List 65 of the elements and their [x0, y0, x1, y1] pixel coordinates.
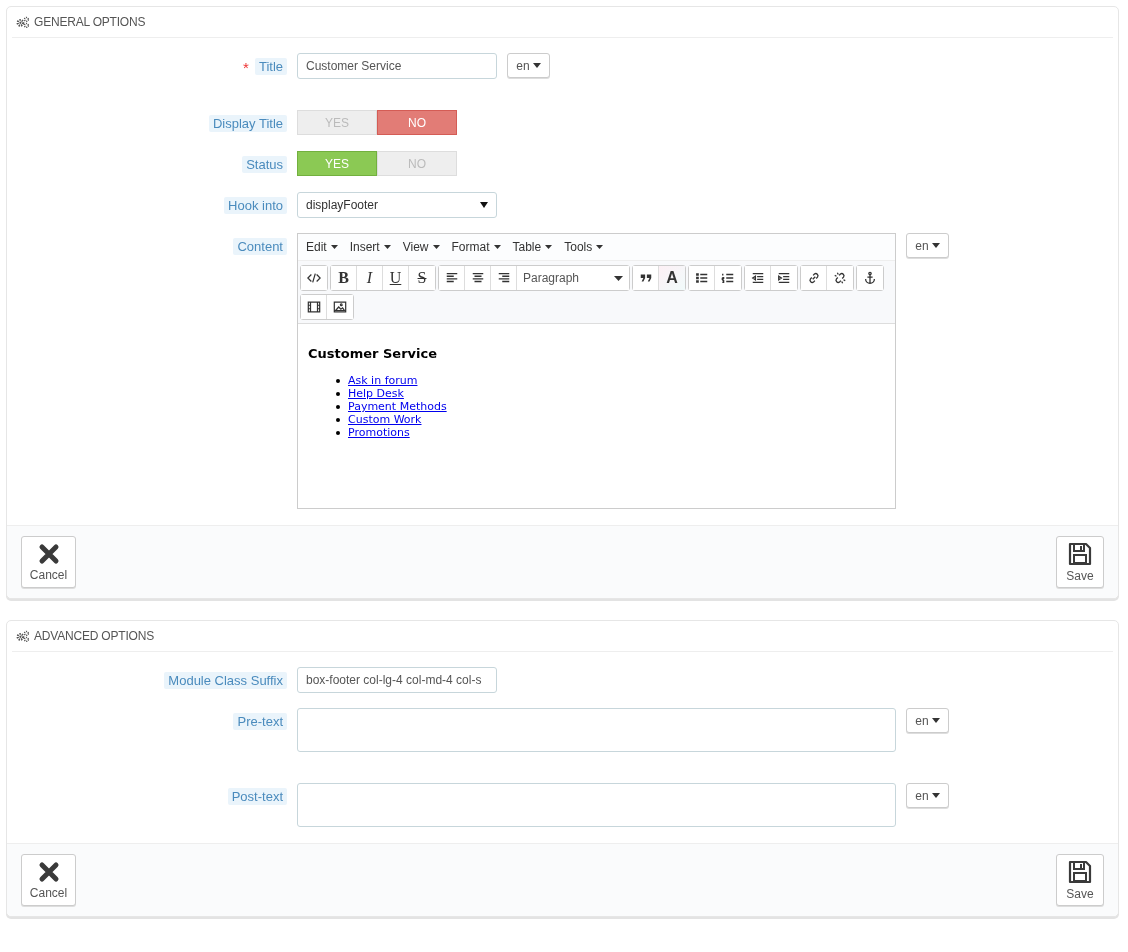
- content-link[interactable]: Help Desk: [348, 387, 404, 400]
- bullet-icon: [336, 391, 340, 396]
- hook-dropdown[interactable]: displayFooter: [297, 192, 497, 218]
- content-link[interactable]: Custom Work: [348, 413, 422, 426]
- language-dropdown[interactable]: en: [906, 783, 949, 808]
- align-left-icon[interactable]: [439, 266, 465, 290]
- gears-icon: [16, 630, 30, 642]
- text-color-button[interactable]: A: [659, 266, 685, 290]
- menu-item[interactable]: Tools: [558, 240, 610, 254]
- bullet-icon: [336, 417, 340, 422]
- menu-item[interactable]: Format: [445, 240, 507, 254]
- x-icon: [37, 542, 60, 565]
- quote-icon[interactable]: [633, 266, 659, 290]
- caret-icon: [383, 245, 391, 249]
- panel-title: GENERAL OPTIONS: [34, 15, 146, 29]
- menu-item[interactable]: Insert: [343, 240, 397, 254]
- link-icon[interactable]: [801, 266, 827, 290]
- caret-icon: [931, 793, 940, 798]
- content-link[interactable]: Ask in forum: [348, 374, 418, 387]
- x-icon: [37, 860, 60, 883]
- save-button[interactable]: Save: [1056, 854, 1104, 906]
- language-dropdown[interactable]: en: [906, 233, 949, 258]
- field-label: Pre-text: [233, 712, 287, 730]
- bullet-icon: [336, 378, 340, 383]
- menu-item[interactable]: View: [396, 240, 446, 254]
- caret-icon: [493, 245, 501, 249]
- text-field[interactable]: Customer Service: [297, 53, 497, 79]
- language-dropdown[interactable]: en: [507, 53, 550, 78]
- field-label: Status: [242, 155, 287, 173]
- field-label: Hook into: [224, 196, 287, 214]
- content-heading: Customer Service: [308, 346, 439, 361]
- caret-icon: [532, 63, 541, 68]
- outdent-icon[interactable]: [745, 266, 771, 290]
- cancel-button[interactable]: Cancel: [21, 536, 76, 588]
- gears-icon: [16, 16, 30, 28]
- film-icon[interactable]: [301, 295, 327, 319]
- code-icon[interactable]: [301, 266, 327, 290]
- caret-icon: [480, 202, 488, 208]
- anchor-icon[interactable]: [857, 266, 883, 290]
- caret-icon: [931, 243, 940, 248]
- field-label: Display Title: [208, 114, 287, 132]
- caret-icon: [931, 718, 940, 723]
- field-label: Content: [233, 237, 287, 255]
- menu-item[interactable]: Table: [506, 240, 559, 254]
- bullet-list-icon[interactable]: [689, 266, 715, 290]
- text-field[interactable]: box-footer col-lg-4 col-md-4 col-s: [297, 667, 497, 693]
- caret-icon: [614, 275, 623, 281]
- bullet-icon: [336, 430, 340, 435]
- field-label: Post-text: [227, 787, 287, 805]
- required-asterisk: *: [243, 58, 249, 76]
- language-dropdown[interactable]: en: [906, 708, 949, 733]
- panel-title: ADVANCED OPTIONS: [34, 629, 154, 643]
- caret-icon: [330, 245, 338, 249]
- content-link[interactable]: Payment Methods: [348, 400, 447, 413]
- caret-icon: [596, 245, 604, 249]
- caret-icon: [432, 245, 440, 249]
- menu-item[interactable]: Edit: [300, 240, 344, 254]
- cancel-button[interactable]: Cancel: [21, 854, 76, 906]
- content-link[interactable]: Promotions: [348, 426, 410, 439]
- bold-button[interactable]: B: [331, 266, 357, 290]
- field-label: Module Class Suffix: [164, 671, 287, 689]
- bullet-icon: [336, 404, 340, 409]
- save-button[interactable]: Save: [1056, 536, 1104, 588]
- caret-icon: [545, 245, 553, 249]
- field-label: Title: [254, 57, 287, 75]
